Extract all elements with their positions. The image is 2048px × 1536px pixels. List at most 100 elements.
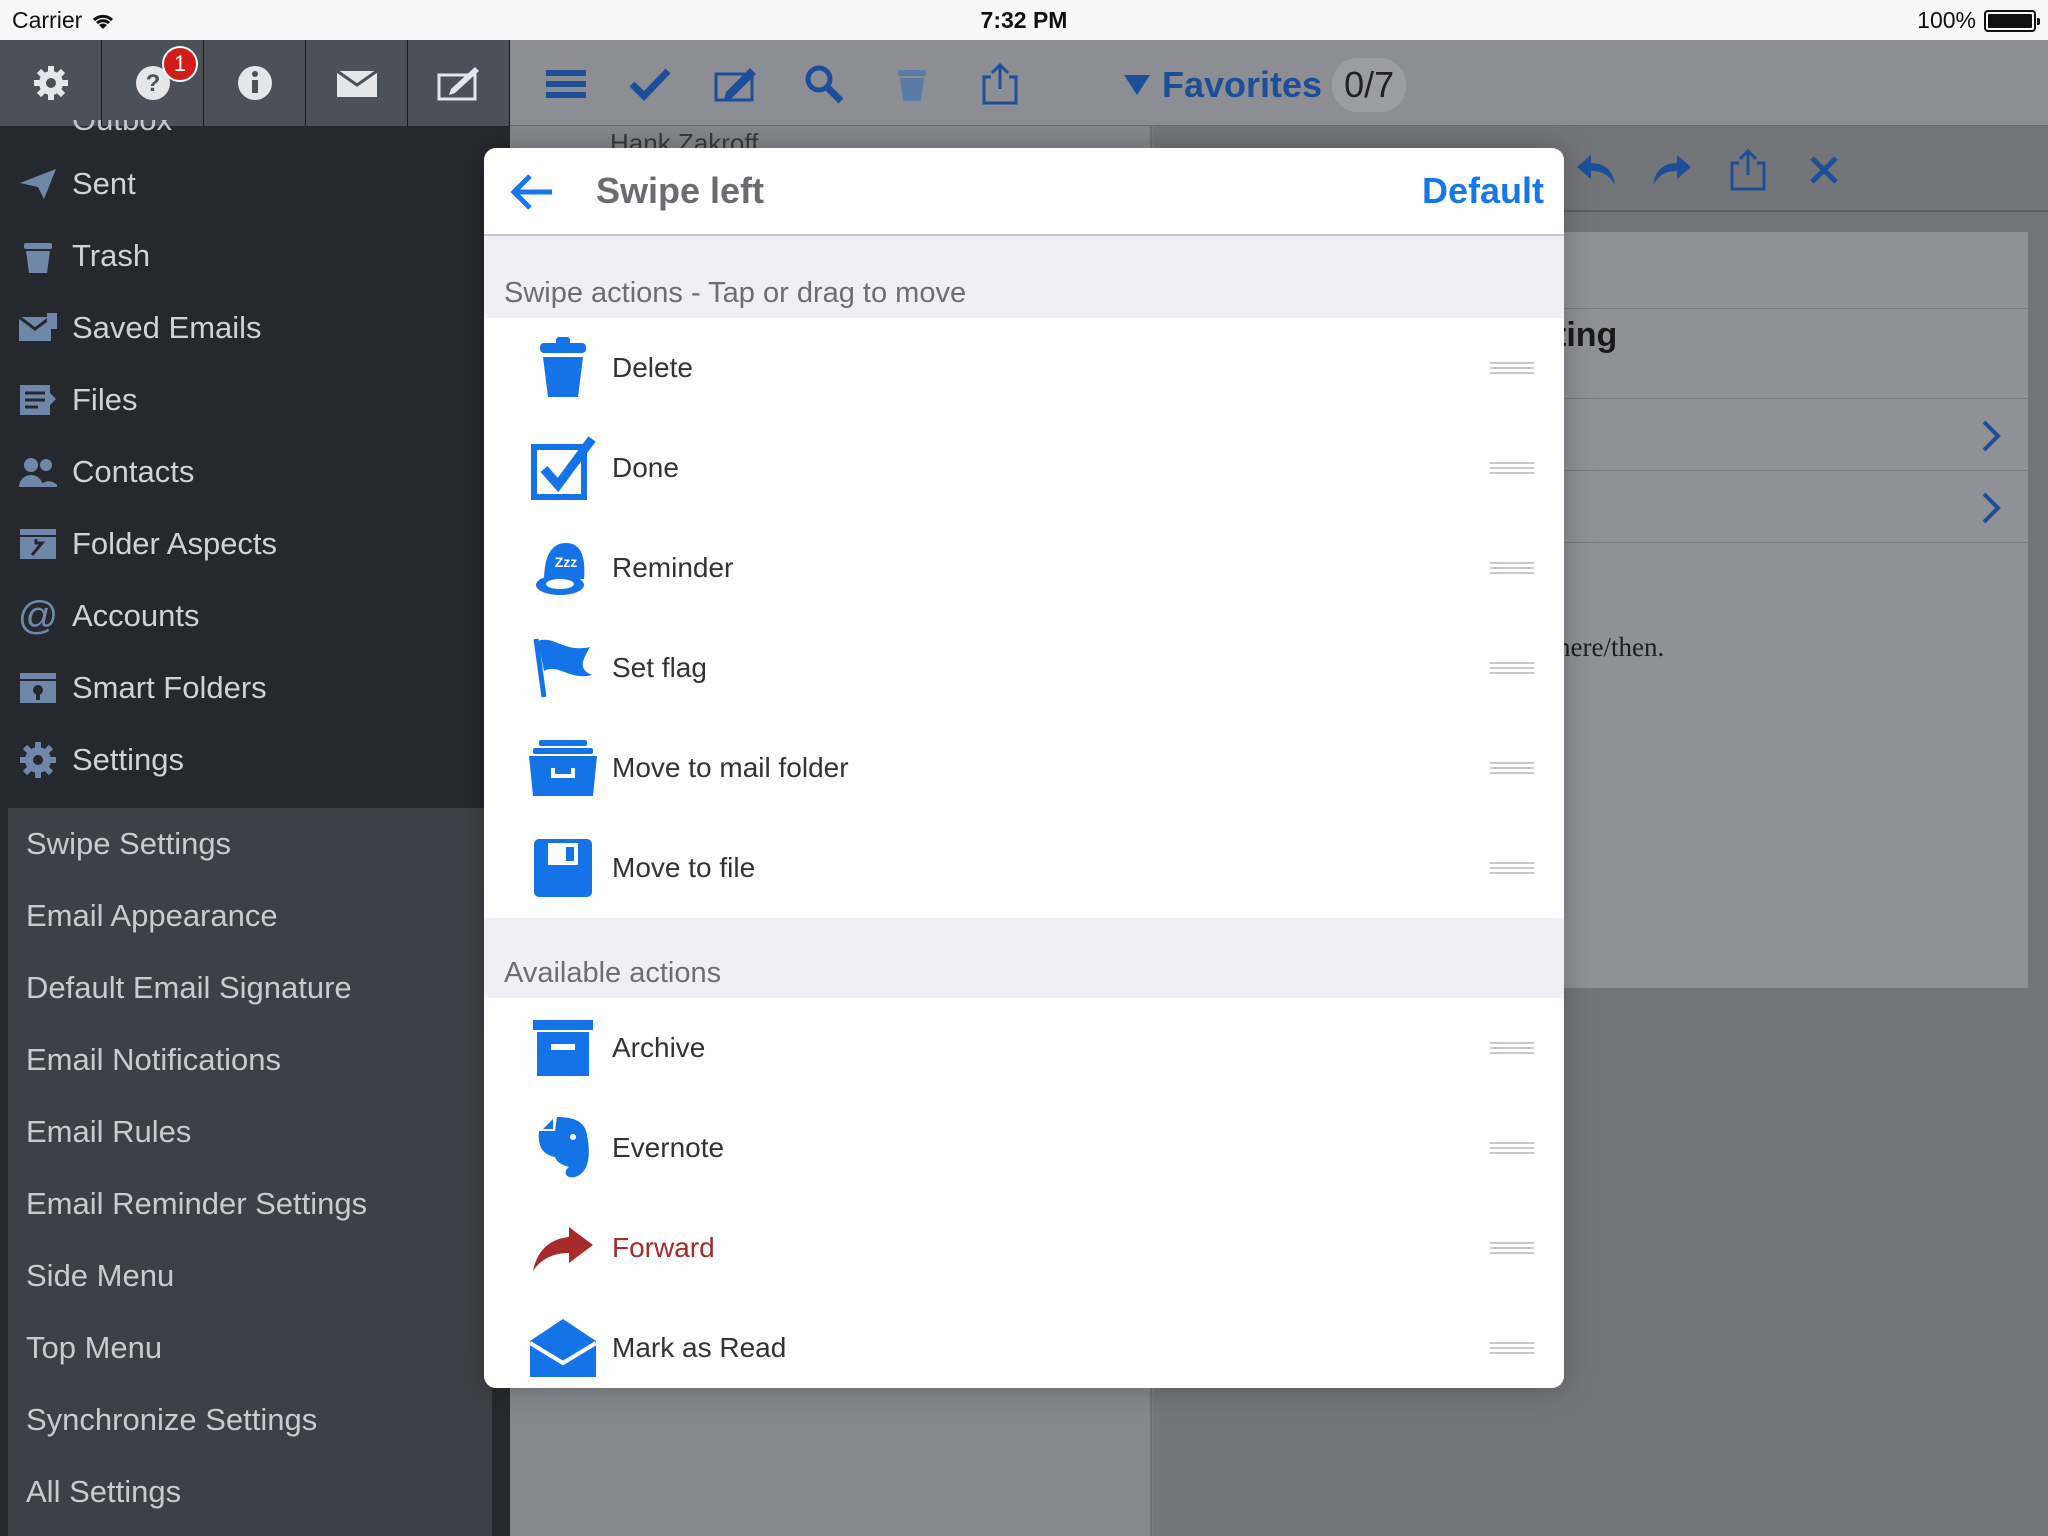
menu-button[interactable] (542, 60, 590, 108)
default-button[interactable]: Default (1422, 170, 1544, 212)
settings-gear-button[interactable] (0, 40, 102, 126)
trash-icon (16, 236, 60, 276)
forward-arrow-icon (526, 1211, 600, 1285)
checkmark-icon (629, 68, 671, 101)
drag-handle[interactable] (1490, 1342, 1534, 1354)
info-button[interactable] (204, 40, 306, 126)
chevron-right-icon[interactable] (1976, 416, 2006, 456)
action-row-move-to-file[interactable]: Move to file (484, 818, 1564, 918)
settings-item-all[interactable]: All Settings (8, 1456, 492, 1528)
action-label: Forward (612, 1232, 715, 1263)
detail-snippet: nere/then. (1557, 632, 1665, 662)
settings-item-email-appearance[interactable]: Email Appearance (8, 880, 492, 952)
folder-contacts[interactable]: Contacts (0, 436, 510, 508)
drag-handle[interactable] (1490, 862, 1534, 874)
help-button[interactable]: ? 1 (102, 40, 204, 126)
drag-handle[interactable] (1490, 1042, 1534, 1054)
settings-item-default-signature[interactable]: Default Email Signature (8, 952, 492, 1024)
drag-handle[interactable] (1490, 762, 1534, 774)
action-row-delete[interactable]: Delete (484, 318, 1564, 418)
compose-button[interactable] (408, 40, 510, 126)
folder-accounts[interactable]: @ Accounts (0, 580, 510, 652)
action-label: Evernote (612, 1132, 725, 1163)
close-icon (1810, 156, 1838, 184)
reply-button[interactable] (1572, 146, 1620, 194)
drag-handle[interactable] (1490, 562, 1534, 574)
drag-handle[interactable] (1490, 362, 1534, 374)
evernote-icon (526, 1111, 600, 1185)
chevron-right-icon[interactable] (1976, 488, 2006, 528)
folder-sent[interactable]: Sent (0, 148, 510, 220)
action-row-move-to-mail-folder[interactable]: Move to mail folder (484, 718, 1564, 818)
available-actions-list: Archive Evernote Forward Mark as Read (484, 998, 1564, 1388)
action-row-reminder[interactable]: Zzz Reminder (484, 518, 1564, 618)
back-arrow-icon[interactable] (510, 172, 554, 212)
drag-handle[interactable] (1490, 662, 1534, 674)
settings-item-side-menu[interactable]: Side Menu (8, 1240, 492, 1312)
settings-icon (16, 740, 60, 780)
forward-icon (1653, 155, 1691, 185)
folder-label: Accounts (72, 598, 200, 633)
drag-handle[interactable] (1490, 1242, 1534, 1254)
settings-item-synchronize[interactable]: Synchronize Settings (8, 1384, 492, 1456)
sent-icon (16, 164, 60, 204)
close-button[interactable] (1800, 146, 1848, 194)
action-row-evernote[interactable]: Evernote (484, 1098, 1564, 1198)
drag-handle[interactable] (1490, 462, 1534, 474)
archive-box-icon (526, 1011, 600, 1085)
folder-label: Contacts (72, 454, 195, 489)
available-actions-header: Available actions (484, 918, 1564, 998)
action-label: Delete (612, 352, 693, 383)
drag-handle[interactable] (1490, 1142, 1534, 1154)
delete-button[interactable] (888, 60, 936, 108)
done-button[interactable] (626, 60, 674, 108)
folder-trash[interactable]: Trash (0, 220, 510, 292)
search-button[interactable] (800, 60, 848, 108)
action-label: Move to mail folder (612, 752, 849, 783)
action-label: Reminder (612, 552, 734, 583)
svg-text:@: @ (18, 596, 58, 636)
sidebar: ? 1 Outbox Sent Trash Saved Emails File (0, 40, 510, 1536)
folder-folder-aspects[interactable]: Folder Aspects (0, 508, 510, 580)
settings-item-email-rules[interactable]: Email Rules (8, 1096, 492, 1168)
hamburger-icon (546, 70, 586, 98)
main-toolbar: Favorites 0/7 (510, 40, 2048, 126)
folder-smart-folders[interactable]: Smart Folders (0, 652, 510, 724)
compose-icon (437, 67, 479, 101)
detail-heading: ting (1555, 316, 1618, 354)
flag-icon (526, 631, 600, 705)
settings-item-top-menu[interactable]: Top Menu (8, 1312, 492, 1384)
folder-label: Smart Folders (72, 670, 267, 705)
action-label: Mark as Read (612, 1332, 787, 1363)
action-row-set-flag[interactable]: Set flag (484, 618, 1564, 718)
settings-item-swipe[interactable]: Swipe Settings (8, 808, 492, 880)
folder-saved-emails[interactable]: Saved Emails (0, 292, 510, 364)
notification-badge: 1 (162, 46, 198, 82)
action-row-mark-as-read[interactable]: Mark as Read (484, 1298, 1564, 1388)
action-row-archive[interactable]: Archive (484, 998, 1564, 1098)
svg-text:Zzz: Zzz (555, 554, 578, 570)
files-icon (16, 380, 60, 420)
favorites-selector[interactable]: Favorites 0/7 (1122, 58, 1407, 112)
folder-settings[interactable]: Settings (0, 724, 510, 796)
settings-item-reminder[interactable]: Email Reminder Settings (8, 1168, 492, 1240)
folder-files[interactable]: Files (0, 364, 510, 436)
favorites-count: 0/7 (1332, 58, 1407, 112)
sidebar-top-icons: ? 1 (0, 40, 510, 126)
trash-icon (898, 70, 926, 101)
share-button[interactable] (976, 60, 1024, 108)
action-label: Done (612, 452, 679, 483)
edit-icon (714, 68, 756, 102)
settings-item-notifications[interactable]: Email Notifications (8, 1024, 492, 1096)
mail-button[interactable] (306, 40, 408, 126)
info-icon (237, 66, 272, 100)
forward-button[interactable] (1648, 146, 1696, 194)
detail-share-button[interactable] (1724, 146, 1772, 194)
action-row-done[interactable]: Done (484, 418, 1564, 518)
edit-button[interactable] (712, 60, 760, 108)
folder-outbox-partial[interactable]: Outbox (0, 120, 510, 148)
open-envelope-icon (526, 1311, 600, 1385)
triangle-down-icon (1124, 75, 1150, 95)
action-row-forward[interactable]: Forward (484, 1198, 1564, 1298)
contacts-icon (16, 452, 60, 492)
